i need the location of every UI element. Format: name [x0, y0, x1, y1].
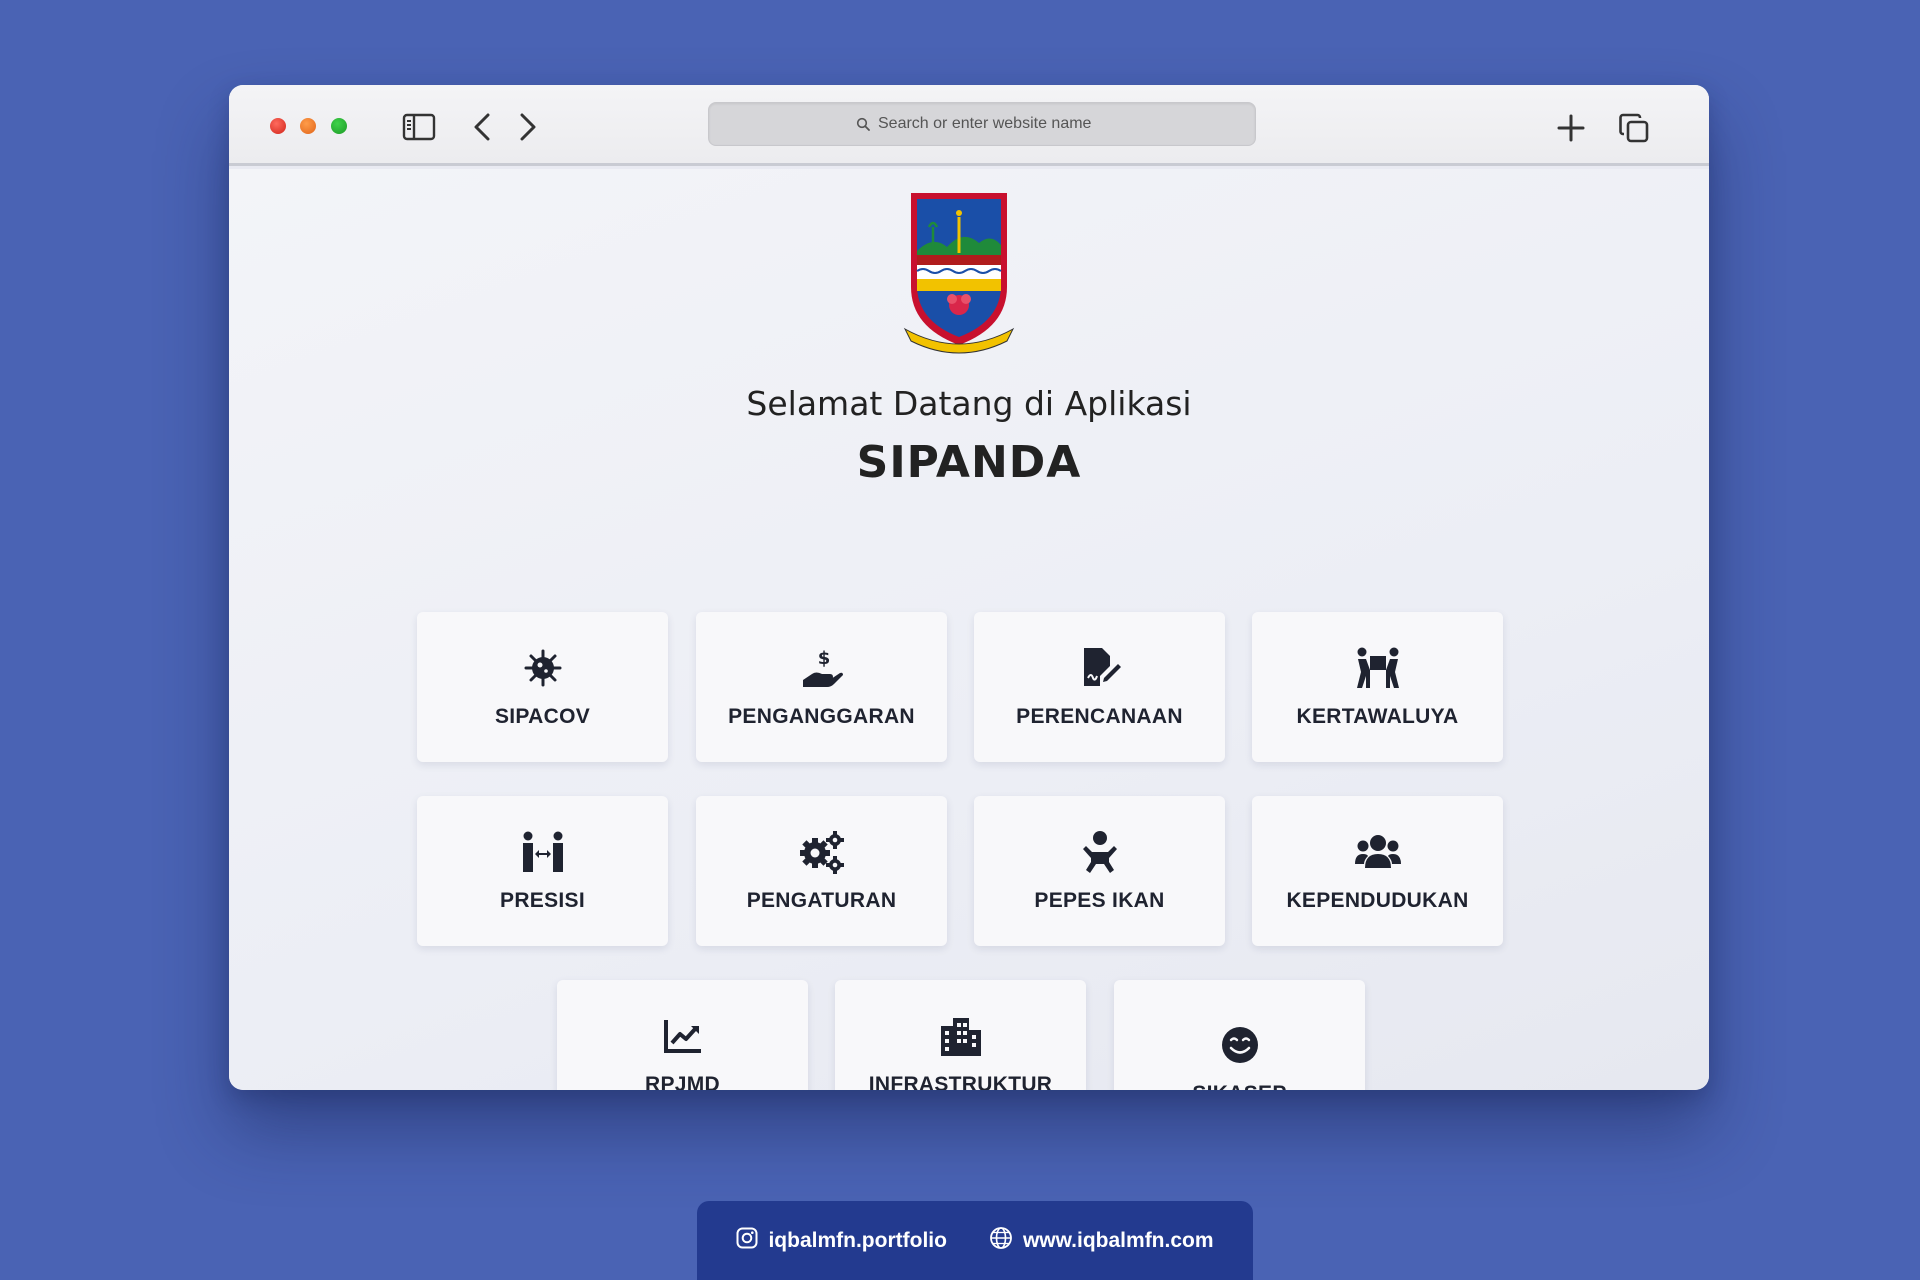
menu-card-label: PEPES IKAN [1034, 889, 1165, 912]
smile-icon [1217, 1022, 1263, 1068]
welcome-text: Selamat Datang di Aplikasi [746, 384, 1192, 423]
menu-card-label: SIKASEP [1192, 1082, 1286, 1090]
users-icon [1354, 829, 1401, 875]
footer-website[interactable]: www.iqbalmfn.com [989, 1226, 1214, 1256]
menu-card-kertawaluya[interactable]: KERTAWALUYA [1252, 612, 1503, 762]
website-url: www.iqbalmfn.com [1022, 1228, 1214, 1252]
virus-icon [520, 645, 566, 691]
search-icon [856, 117, 870, 131]
menu-card-label: PENGANGGARAN [728, 705, 915, 728]
browser-window: Selamat Datang di Aplikasi SIPANDA SIPAC… [229, 85, 1709, 1090]
menu-card-penganggaran[interactable]: $ PENGANGGARAN [696, 612, 947, 762]
menu-card-rpjmd[interactable]: RPJMD [557, 980, 808, 1090]
people-carry-icon [1355, 645, 1401, 691]
browser-toolbar [229, 85, 1709, 166]
building-icon [938, 1013, 984, 1059]
app-title: SIPANDA [856, 437, 1082, 488]
new-tab-icon[interactable] [1554, 111, 1588, 145]
file-signature-icon [1077, 645, 1123, 691]
menu-card-pengaturan[interactable]: PENGATURAN [696, 796, 947, 946]
menu-card-pepes-ikan[interactable]: PEPES IKAN [974, 796, 1225, 946]
close-window-button[interactable] [270, 118, 286, 134]
menu-card-label: INFRASTRUKTUR [868, 1073, 1053, 1090]
instagram-icon [736, 1227, 758, 1255]
minimize-window-button[interactable] [300, 118, 316, 134]
maximize-window-button[interactable] [331, 118, 347, 134]
menu-card-label: PERENCANAAN [1016, 705, 1183, 728]
address-bar[interactable] [708, 102, 1256, 146]
globe-icon [989, 1226, 1013, 1256]
footer-instagram[interactable]: iqbalmfn.portfolio [736, 1227, 947, 1255]
menu-card-label: SIPACOV [494, 705, 591, 728]
menu-card-sipacov[interactable]: SIPACOV [417, 612, 668, 762]
tabs-overview-icon[interactable] [1617, 111, 1651, 145]
kabupaten-pangandaran-emblem-logo [903, 193, 1015, 354]
back-icon[interactable] [469, 111, 495, 143]
menu-card-label: KERTAWALUYA [1296, 705, 1459, 728]
chart-line-icon [660, 1013, 706, 1059]
people-arrows-icon [520, 829, 566, 875]
menu-card-label: PRESISI [500, 889, 585, 912]
menu-card-kependudukan[interactable]: KEPENDUDUKAN [1252, 796, 1503, 946]
menu-card-presisi[interactable]: PRESISI [417, 796, 668, 946]
hand-dollar-icon: $ [799, 645, 845, 691]
svg-text:$: $ [817, 648, 830, 669]
menu-card-perencanaan[interactable]: PERENCANAAN [974, 612, 1225, 762]
sidebar-icon[interactable] [402, 113, 436, 141]
baby-icon [1077, 829, 1123, 875]
menu-card-sikasep[interactable]: SIKASEP [1114, 980, 1365, 1090]
forward-icon[interactable] [515, 111, 541, 143]
page-content: Selamat Datang di Aplikasi SIPANDA SIPAC… [229, 169, 1709, 1090]
portfolio-footer: iqbalmfn.portfolio www.iqbalmfn.com [697, 1201, 1253, 1280]
menu-card-label: KEPENDUDUKAN [1286, 889, 1469, 912]
menu-card-label: RPJMD [644, 1073, 720, 1090]
address-input[interactable] [878, 115, 1108, 133]
menu-card-label: PENGATURAN [746, 889, 897, 912]
cogs-icon [799, 829, 845, 875]
instagram-handle: iqbalmfn.portfolio [768, 1228, 947, 1252]
menu-card-infrastruktur[interactable]: INFRASTRUKTUR [835, 980, 1086, 1090]
